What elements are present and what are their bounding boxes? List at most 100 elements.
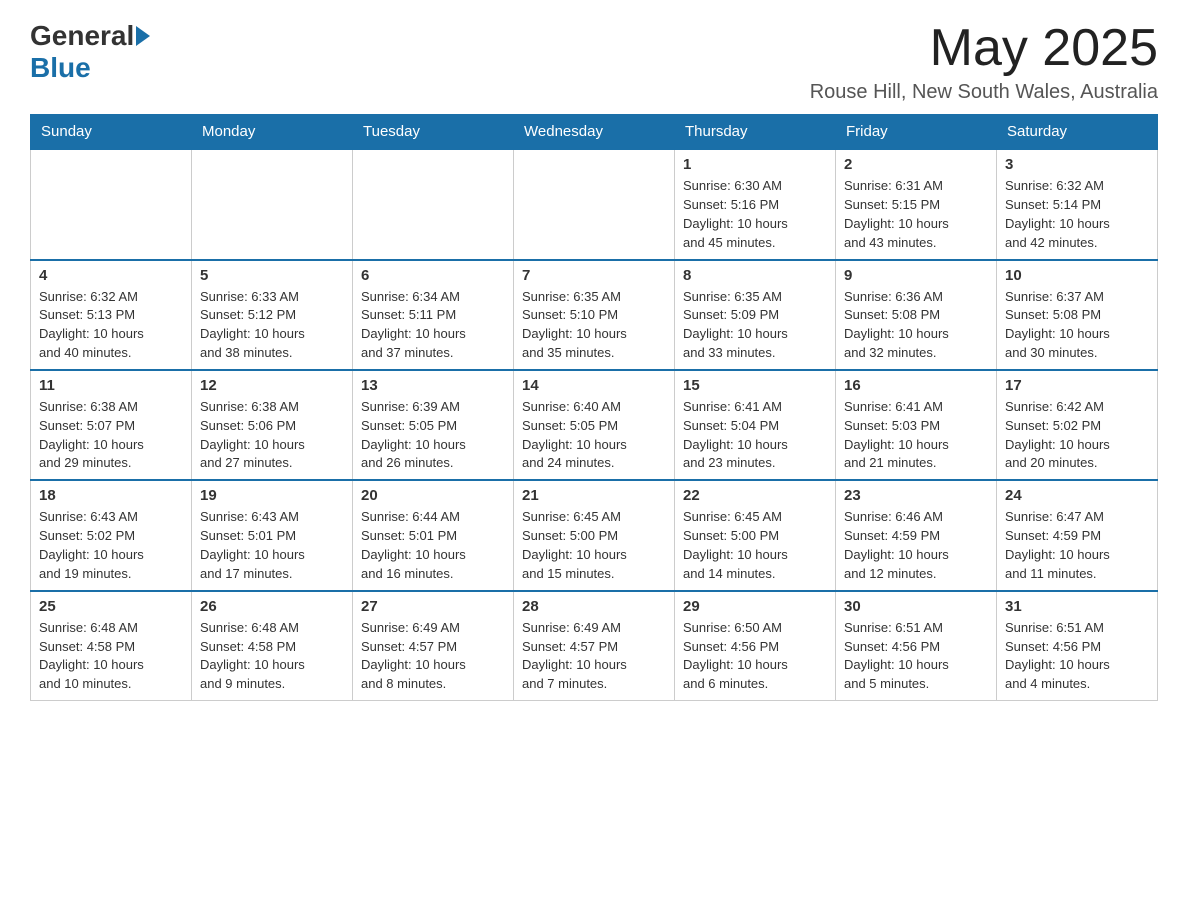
calendar-cell (353, 149, 514, 259)
calendar-week-row: 11 Sunrise: 6:38 AMSunset: 5:07 PMDayligh… (31, 370, 1158, 480)
day-number: 23 (844, 487, 988, 504)
day-number: 4 (39, 267, 183, 284)
calendar-cell: 29 Sunrise: 6:50 AMSunset: 4:56 PMDayligh… (675, 591, 836, 701)
calendar-cell: 18Sunrise: 6:43 AMSunset: 5:02 PMDayligh… (31, 480, 192, 590)
calendar-cell: 15 Sunrise: 6:41 AMSunset: 5:04 PMDayligh… (675, 370, 836, 480)
day-info: Sunrise: 6:45 AMSunset: 5:00 PMDaylight:… (522, 508, 666, 583)
logo-general-text: General (30, 20, 134, 52)
day-number: 15 (683, 377, 827, 394)
day-number: 1 (683, 156, 827, 173)
calendar-cell: 31 Sunrise: 6:51 AMSunset: 4:56 PMDayligh… (997, 591, 1158, 701)
day-info: Sunrise: 6:41 AMSunset: 5:04 PMDaylight:… (683, 398, 827, 473)
day-info: Sunrise: 6:35 AMSunset: 5:09 PMDaylight:… (683, 288, 827, 363)
day-info: Sunrise: 6:33 AMSunset: 5:12 PMDaylight:… (200, 288, 344, 363)
calendar-cell: 30 Sunrise: 6:51 AMSunset: 4:56 PMDayligh… (836, 591, 997, 701)
day-info: Sunrise: 6:38 AMSunset: 5:06 PMDaylight:… (200, 398, 344, 473)
calendar-cell: 9 Sunrise: 6:36 AMSunset: 5:08 PMDaylight… (836, 260, 997, 370)
calendar-week-row: 1 Sunrise: 6:30 AMSunset: 5:16 PMDaylight… (31, 149, 1158, 259)
day-number: 31 (1005, 598, 1149, 615)
day-number: 8 (683, 267, 827, 284)
calendar-cell: 19Sunrise: 6:43 AMSunset: 5:01 PMDayligh… (192, 480, 353, 590)
day-info: Sunrise: 6:39 AMSunset: 5:05 PMDaylight:… (361, 398, 505, 473)
day-number: 30 (844, 598, 988, 615)
day-info: Sunrise: 6:32 AMSunset: 5:13 PMDaylight:… (39, 288, 183, 363)
day-info: Sunrise: 6:32 AMSunset: 5:14 PMDaylight:… (1005, 177, 1149, 252)
calendar-cell: 27 Sunrise: 6:49 AMSunset: 4:57 PMDayligh… (353, 591, 514, 701)
day-number: 9 (844, 267, 988, 284)
day-info: Sunrise: 6:50 AMSunset: 4:56 PMDaylight:… (683, 619, 827, 694)
calendar-week-row: 4 Sunrise: 6:32 AMSunset: 5:13 PMDaylight… (31, 260, 1158, 370)
calendar-cell: 5Sunrise: 6:33 AMSunset: 5:12 PMDaylight… (192, 260, 353, 370)
day-of-week-header: Sunday (31, 115, 192, 150)
calendar-cell: 25Sunrise: 6:48 AMSunset: 4:58 PMDayligh… (31, 591, 192, 701)
day-number: 18 (39, 487, 183, 504)
day-info: Sunrise: 6:34 AMSunset: 5:11 PMDaylight:… (361, 288, 505, 363)
day-info: Sunrise: 6:49 AMSunset: 4:57 PMDaylight:… (522, 619, 666, 694)
month-title: May 2025 (810, 20, 1158, 77)
page-header: General Blue May 2025 Rouse Hill, New So… (30, 20, 1158, 104)
title-area: May 2025 Rouse Hill, New South Wales, Au… (810, 20, 1158, 104)
calendar-cell: 17 Sunrise: 6:42 AMSunset: 5:02 PMDayligh… (997, 370, 1158, 480)
calendar-cell: 23 Sunrise: 6:46 AMSunset: 4:59 PMDayligh… (836, 480, 997, 590)
day-of-week-header: Friday (836, 115, 997, 150)
day-info: Sunrise: 6:42 AMSunset: 5:02 PMDaylight:… (1005, 398, 1149, 473)
day-info: Sunrise: 6:49 AMSunset: 4:57 PMDaylight:… (361, 619, 505, 694)
day-info: Sunrise: 6:51 AMSunset: 4:56 PMDaylight:… (1005, 619, 1149, 694)
day-of-week-header: Wednesday (514, 115, 675, 150)
calendar-cell: 20 Sunrise: 6:44 AMSunset: 5:01 PMDayligh… (353, 480, 514, 590)
logo-arrow-icon (136, 26, 150, 46)
day-of-week-header: Monday (192, 115, 353, 150)
day-info: Sunrise: 6:36 AMSunset: 5:08 PMDaylight:… (844, 288, 988, 363)
calendar-cell: 6 Sunrise: 6:34 AMSunset: 5:11 PMDaylight… (353, 260, 514, 370)
day-number: 14 (522, 377, 666, 394)
day-number: 10 (1005, 267, 1149, 284)
day-info: Sunrise: 6:30 AMSunset: 5:16 PMDaylight:… (683, 177, 827, 252)
calendar-cell: 11 Sunrise: 6:38 AMSunset: 5:07 PMDayligh… (31, 370, 192, 480)
calendar-cell: 26Sunrise: 6:48 AMSunset: 4:58 PMDayligh… (192, 591, 353, 701)
calendar-cell: 7 Sunrise: 6:35 AMSunset: 5:10 PMDaylight… (514, 260, 675, 370)
day-info: Sunrise: 6:37 AMSunset: 5:08 PMDaylight:… (1005, 288, 1149, 363)
calendar-cell (514, 149, 675, 259)
day-info: Sunrise: 6:43 AMSunset: 5:01 PMDaylight:… (200, 508, 344, 583)
logo-blue-text: Blue (30, 52, 91, 83)
day-number: 27 (361, 598, 505, 615)
calendar-cell: 3 Sunrise: 6:32 AMSunset: 5:14 PMDaylight… (997, 149, 1158, 259)
day-info: Sunrise: 6:45 AMSunset: 5:00 PMDaylight:… (683, 508, 827, 583)
day-info: Sunrise: 6:38 AMSunset: 5:07 PMDaylight:… (39, 398, 183, 473)
day-info: Sunrise: 6:47 AMSunset: 4:59 PMDaylight:… (1005, 508, 1149, 583)
calendar-cell: 13 Sunrise: 6:39 AMSunset: 5:05 PMDayligh… (353, 370, 514, 480)
calendar-cell: 12 Sunrise: 6:38 AMSunset: 5:06 PMDayligh… (192, 370, 353, 480)
day-number: 20 (361, 487, 505, 504)
day-info: Sunrise: 6:44 AMSunset: 5:01 PMDaylight:… (361, 508, 505, 583)
day-info: Sunrise: 6:46 AMSunset: 4:59 PMDaylight:… (844, 508, 988, 583)
day-number: 17 (1005, 377, 1149, 394)
calendar-cell: 4 Sunrise: 6:32 AMSunset: 5:13 PMDaylight… (31, 260, 192, 370)
day-number: 6 (361, 267, 505, 284)
day-of-week-header: Saturday (997, 115, 1158, 150)
day-number: 28 (522, 598, 666, 615)
calendar-cell: 22Sunrise: 6:45 AMSunset: 5:00 PMDayligh… (675, 480, 836, 590)
calendar-cell: 21 Sunrise: 6:45 AMSunset: 5:00 PMDayligh… (514, 480, 675, 590)
day-number: 2 (844, 156, 988, 173)
day-info: Sunrise: 6:48 AMSunset: 4:58 PMDaylight:… (39, 619, 183, 694)
day-number: 11 (39, 377, 183, 394)
calendar-week-row: 25Sunrise: 6:48 AMSunset: 4:58 PMDayligh… (31, 591, 1158, 701)
day-number: 29 (683, 598, 827, 615)
day-of-week-header: Tuesday (353, 115, 514, 150)
day-number: 12 (200, 377, 344, 394)
day-info: Sunrise: 6:40 AMSunset: 5:05 PMDaylight:… (522, 398, 666, 473)
calendar-cell: 1 Sunrise: 6:30 AMSunset: 5:16 PMDaylight… (675, 149, 836, 259)
day-number: 3 (1005, 156, 1149, 173)
day-number: 24 (1005, 487, 1149, 504)
day-number: 16 (844, 377, 988, 394)
day-info: Sunrise: 6:51 AMSunset: 4:56 PMDaylight:… (844, 619, 988, 694)
calendar-cell (192, 149, 353, 259)
day-info: Sunrise: 6:41 AMSunset: 5:03 PMDaylight:… (844, 398, 988, 473)
day-number: 13 (361, 377, 505, 394)
day-number: 21 (522, 487, 666, 504)
calendar-cell: 14 Sunrise: 6:40 AMSunset: 5:05 PMDayligh… (514, 370, 675, 480)
day-number: 7 (522, 267, 666, 284)
day-info: Sunrise: 6:31 AMSunset: 5:15 PMDaylight:… (844, 177, 988, 252)
calendar-cell: 24 Sunrise: 6:47 AMSunset: 4:59 PMDayligh… (997, 480, 1158, 590)
day-info: Sunrise: 6:35 AMSunset: 5:10 PMDaylight:… (522, 288, 666, 363)
